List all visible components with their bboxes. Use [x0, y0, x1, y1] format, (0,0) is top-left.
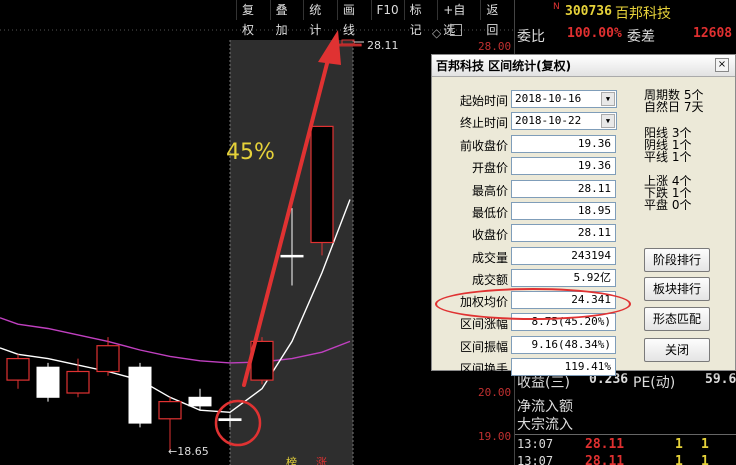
weibi-value: 100.00% [567, 26, 622, 41]
field-value: 28.11 [511, 224, 616, 242]
tick-price: 28.11 [585, 454, 625, 465]
tick-time: 13:07 [517, 437, 554, 451]
weibi-label: 委比 [517, 29, 545, 45]
candle-body [280, 254, 304, 258]
flat-candle-count: 平线 1个 [644, 151, 691, 163]
price-axis-28: 28.00 [478, 40, 512, 53]
chevron-down-icon[interactable]: ▼ [601, 114, 615, 128]
field-value: 243194 [511, 247, 616, 265]
bottom-tag-2: 涨 [316, 456, 327, 465]
price-axis-20: 20.00 [478, 386, 512, 399]
candle-body [96, 345, 120, 373]
candle-body [188, 396, 212, 407]
sector-rank-button[interactable]: 板块排行 [644, 277, 710, 301]
field-label: 区间振幅 [459, 340, 508, 354]
close-button[interactable]: 关闭 [644, 338, 710, 362]
field-label: 成交量 [471, 251, 508, 265]
candle-body [6, 358, 30, 381]
end-time-select[interactable]: 2018-10-22 ▼ [511, 112, 617, 130]
block-inflow-label: 大宗流入 [517, 417, 573, 433]
field-label: 前收盘价 [459, 139, 508, 153]
level-count: 平盘 0个 [644, 199, 691, 211]
dialog-title[interactable]: 百邦科技 区间统计(复权) [432, 55, 735, 77]
tick-volume: 1 [675, 437, 683, 452]
tick-count: 1 [701, 454, 709, 465]
natural-days: 自然日 7天 [644, 101, 703, 113]
field-label: 区间换手 [459, 362, 508, 376]
natural-days-value: 7天 [683, 100, 704, 114]
bottom-tag-1: 榜 [286, 456, 297, 465]
pe-value: 59.6 [705, 372, 736, 387]
pe-label: PE(动) [633, 375, 676, 391]
diamond-icon[interactable]: ◇ [432, 26, 441, 40]
field-value: 5.92亿 [511, 269, 616, 287]
field-value: 19.36 [511, 157, 616, 175]
field-value: 18.95 [511, 202, 616, 220]
flat-candle-value: 1个 [671, 150, 692, 164]
draw-line-button[interactable]: 画线 [336, 0, 371, 37]
stock-header: N 300736 百邦科技 [515, 0, 736, 22]
stock-marker: N [553, 2, 560, 12]
end-time-value: 2018-10-22 [515, 114, 582, 127]
tick-divider [515, 434, 736, 435]
add-watchlist-button[interactable]: +自选 [437, 0, 480, 37]
candle-body [36, 366, 60, 398]
candle-body [66, 370, 90, 394]
chart-toolbar: 复权 叠加 统计 画线 F10 标记 +自选 返回 [236, 0, 514, 37]
fuquan-button[interactable]: 复权 [236, 0, 270, 37]
candle-body [128, 366, 152, 424]
weicha-label: 委差 [627, 29, 655, 45]
candle-body [218, 418, 242, 422]
window-icon[interactable] [450, 24, 462, 36]
level-count-label: 平盘 [644, 198, 669, 212]
stage-rank-button[interactable]: 阶段排行 [644, 248, 710, 272]
candle-body [310, 125, 334, 244]
price-axis-19: 19.00 [478, 430, 512, 443]
field-label: 成交额 [471, 273, 508, 287]
candle-body [158, 401, 182, 420]
stock-code: 300736 [565, 4, 612, 19]
block-inflow-row: 大宗流入 [515, 414, 736, 434]
start-time-label: 起始时间 [459, 94, 508, 108]
range-statistics-dialog: 百邦科技 区间统计(复权) × 起始时间 2018-10-16 ▼ 终止时间 2… [431, 54, 736, 376]
close-icon[interactable]: × [715, 58, 729, 72]
weicha-value: 12608 [693, 26, 733, 41]
range-gain-highlight [435, 288, 631, 320]
start-time-select[interactable]: 2018-10-16 ▼ [511, 90, 617, 108]
weibi-row: 委比 100.00% 委差 12608 [515, 26, 736, 46]
end-time-label: 终止时间 [459, 116, 508, 130]
net-inflow-label: 净流入额 [517, 399, 573, 415]
field-value: 19.36 [511, 135, 616, 153]
high-marker: 28.11 [367, 39, 399, 52]
field-label: 最高价 [471, 184, 508, 198]
tick-price: 28.11 [585, 437, 625, 452]
chevron-down-icon[interactable]: ▼ [601, 92, 615, 106]
statistics-button[interactable]: 统计 [303, 0, 337, 37]
tick-time: 13:07 [517, 454, 554, 465]
pattern-match-button[interactable]: 形态匹配 [644, 307, 710, 331]
stock-name: 百邦科技 [615, 6, 671, 22]
flat-candle-label: 平线 [644, 150, 669, 164]
back-button[interactable]: 返回 [480, 0, 514, 37]
net-inflow-row: 净流入额 [515, 396, 736, 416]
field-value: 28.11 [511, 180, 616, 198]
field-value: 9.16(48.34%) [511, 336, 616, 354]
field-label: 开盘价 [471, 161, 508, 175]
tick-row: 13:07 28.11 1 1 [515, 454, 736, 465]
level-count-value: 0个 [671, 198, 692, 212]
f10-button[interactable]: F10 [370, 0, 404, 20]
field-label: 收盘价 [471, 228, 508, 242]
tick-volume: 1 [675, 454, 683, 465]
mark-button[interactable]: 标记 [403, 0, 438, 37]
low-marker: ←18.65 [168, 445, 209, 458]
overlay-button[interactable]: 叠加 [269, 0, 304, 37]
field-value: 119.41% [511, 358, 616, 376]
start-time-value: 2018-10-16 [515, 92, 582, 105]
natural-days-label: 自然日 [644, 100, 681, 114]
field-label: 最低价 [471, 206, 508, 220]
gain-annotation: 45% [226, 140, 275, 165]
tick-count: 1 [701, 437, 709, 452]
